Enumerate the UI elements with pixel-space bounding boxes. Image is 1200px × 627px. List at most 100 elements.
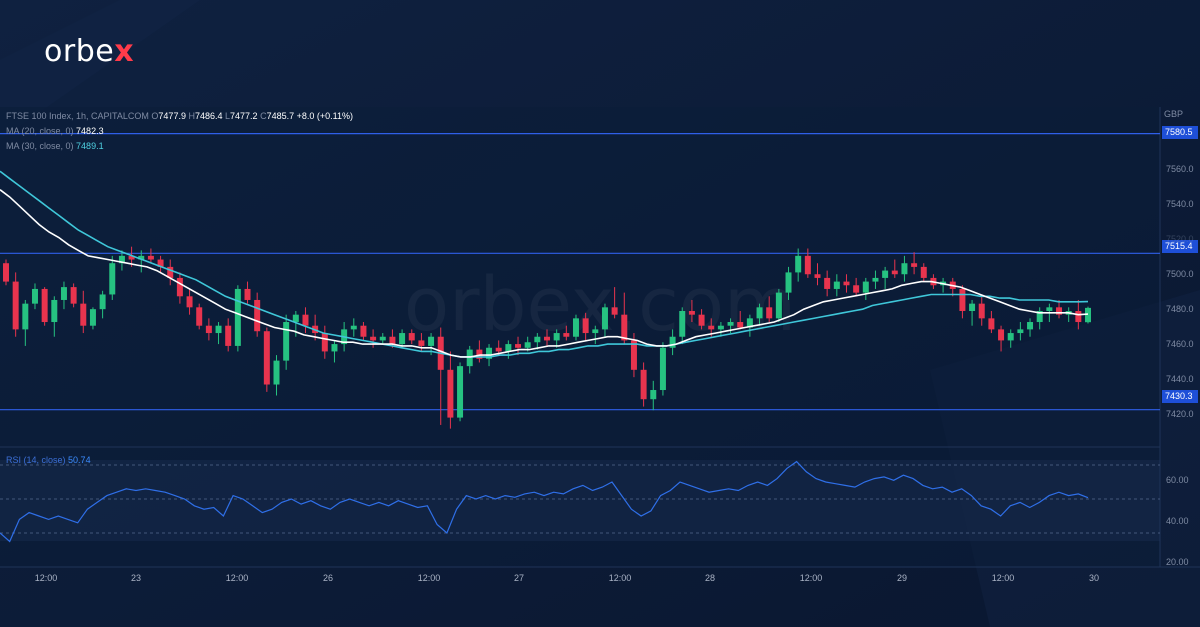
candle-up bbox=[862, 281, 869, 293]
candle-up bbox=[273, 360, 280, 385]
candle-up bbox=[901, 263, 908, 275]
candle-down bbox=[80, 303, 87, 326]
level-tag-top: 7580.5 bbox=[1162, 126, 1198, 139]
candle-up bbox=[795, 255, 802, 273]
close-value: 7485.7 bbox=[266, 111, 295, 121]
candle-up bbox=[592, 329, 599, 334]
rsi-band bbox=[0, 460, 1160, 541]
candle-up bbox=[89, 309, 96, 326]
price-tick: 7560.0 bbox=[1166, 164, 1194, 174]
ma30-row[interactable]: MA (30, close, 0) 7489.1 bbox=[6, 139, 353, 154]
rsi-value: 50.74 bbox=[68, 455, 91, 465]
candle-up bbox=[60, 287, 67, 300]
candle-up bbox=[572, 318, 579, 337]
candle-up bbox=[1017, 329, 1024, 334]
currency-label[interactable]: GBP bbox=[1164, 109, 1183, 119]
candle-down bbox=[3, 263, 9, 282]
price-tick: 7500.0 bbox=[1166, 269, 1194, 279]
rsi-legend[interactable]: RSI (14, close) 50.74 bbox=[6, 455, 91, 465]
candle-up bbox=[457, 366, 464, 418]
candle-down bbox=[205, 325, 212, 334]
candle-down bbox=[370, 336, 377, 341]
candle-up bbox=[399, 333, 406, 345]
candle-up bbox=[785, 272, 792, 293]
level-tag-bottom: 7430.3 bbox=[1162, 390, 1198, 403]
candle-down bbox=[698, 314, 705, 326]
rsi-tick: 20.00 bbox=[1166, 557, 1189, 567]
ma20-label: MA (20, close, 0) bbox=[6, 126, 74, 136]
candle-up bbox=[331, 344, 338, 352]
price-tick: 7440.0 bbox=[1166, 374, 1194, 384]
time-tick: 27 bbox=[513, 573, 525, 583]
candle-down bbox=[998, 329, 1005, 341]
candle-down bbox=[408, 333, 415, 341]
candle-down bbox=[988, 318, 995, 330]
candle-up bbox=[1046, 307, 1053, 311]
time-tick: 28 bbox=[704, 573, 716, 583]
candle-down bbox=[891, 270, 898, 275]
chart-canvas[interactable]: orbex.com bbox=[0, 0, 1200, 627]
candle-down bbox=[41, 288, 48, 323]
candle-up bbox=[727, 322, 734, 326]
candle-up bbox=[650, 390, 657, 400]
candle-up bbox=[22, 303, 29, 330]
candle-down bbox=[196, 307, 203, 326]
candle-up bbox=[833, 281, 840, 289]
candle-down bbox=[1075, 311, 1082, 323]
low-value: 7477.2 bbox=[230, 111, 258, 121]
candle-down bbox=[853, 285, 860, 293]
price-tick: 7480.0 bbox=[1166, 304, 1194, 314]
candle-up bbox=[775, 292, 782, 319]
candle-up bbox=[679, 311, 686, 337]
price-tick: 7420.0 bbox=[1166, 409, 1194, 419]
candle-up bbox=[31, 288, 38, 304]
ma30-label: MA (30, close, 0) bbox=[6, 141, 74, 151]
candle-up bbox=[969, 303, 976, 311]
candle-down bbox=[911, 263, 918, 267]
candle-up bbox=[717, 325, 724, 330]
rsi-label: RSI (14, close) bbox=[6, 455, 66, 465]
candle-down bbox=[804, 255, 811, 275]
candle-up bbox=[1027, 322, 1034, 330]
rsi-tick: 60.00 bbox=[1166, 475, 1189, 485]
candle-up bbox=[534, 336, 541, 343]
candle-down bbox=[225, 325, 232, 346]
time-tick: 12:00 bbox=[799, 573, 823, 583]
candle-down bbox=[824, 277, 831, 289]
candle-up bbox=[553, 333, 560, 341]
candle-down bbox=[737, 322, 744, 328]
candle-down bbox=[640, 369, 647, 400]
candle-down bbox=[418, 340, 425, 346]
candle-down bbox=[843, 281, 850, 286]
candle-down bbox=[515, 344, 522, 348]
candle-up bbox=[756, 307, 763, 319]
ma20-row[interactable]: MA (20, close, 0) 7482.3 bbox=[6, 124, 353, 139]
candle-down bbox=[814, 274, 821, 278]
candle-up bbox=[428, 336, 435, 346]
orbex-logo: orbex bbox=[44, 34, 135, 69]
candle-down bbox=[495, 347, 502, 352]
time-tick: 12:00 bbox=[991, 573, 1015, 583]
candle-down bbox=[254, 299, 261, 332]
candle-up bbox=[1007, 333, 1014, 341]
candle-down bbox=[147, 255, 154, 260]
chart-legend: FTSE 100 Index, 1h, CAPITALCOM O7477.9 H… bbox=[6, 109, 353, 154]
candle-down bbox=[920, 266, 927, 278]
candle-up bbox=[882, 270, 889, 278]
symbol-label[interactable]: FTSE 100 Index, 1h, CAPITALCOM bbox=[6, 111, 149, 121]
time-tick: 30 bbox=[1088, 573, 1100, 583]
candle-down bbox=[978, 303, 985, 319]
candle-up bbox=[505, 344, 512, 352]
time-tick: 12:00 bbox=[417, 573, 441, 583]
price-tick: 7460.0 bbox=[1166, 339, 1194, 349]
candle-up bbox=[283, 322, 290, 361]
candle-down bbox=[70, 287, 77, 304]
time-tick: 12:00 bbox=[34, 573, 58, 583]
candle-down bbox=[688, 311, 695, 315]
candle-down bbox=[544, 336, 550, 341]
candle-up bbox=[659, 347, 666, 391]
high-value: 7486.4 bbox=[194, 111, 223, 121]
candle-down bbox=[766, 307, 773, 319]
rsi-tick: 40.00 bbox=[1166, 516, 1189, 526]
ohlc-row: FTSE 100 Index, 1h, CAPITALCOM O7477.9 H… bbox=[6, 109, 353, 124]
